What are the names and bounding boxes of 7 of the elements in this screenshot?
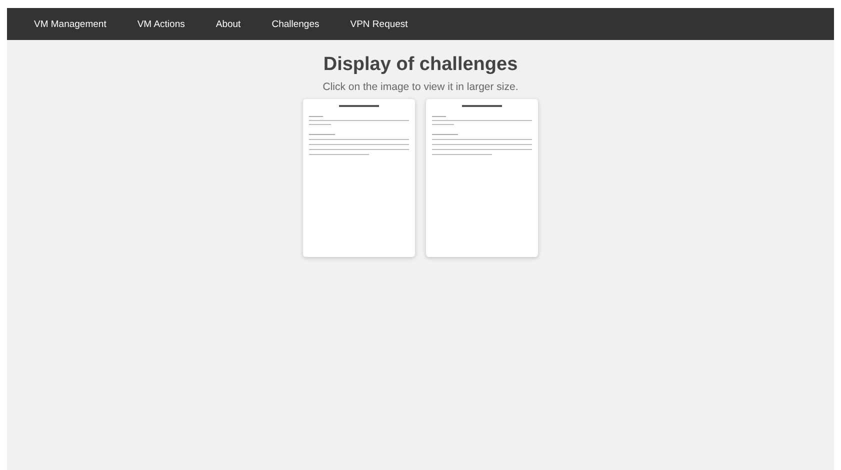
nav-link[interactable]: Challenges [262, 18, 334, 30]
nav-link[interactable]: VPN Request [341, 18, 422, 30]
nav-link[interactable]: About [206, 18, 255, 30]
page-subtitle: Click on the image to view it in larger size. [322, 81, 518, 93]
nav-link[interactable]: VM Actions [128, 18, 199, 30]
nav-link[interactable]: VM Management [25, 18, 120, 30]
page-heading: Display of challenges [323, 54, 518, 76]
